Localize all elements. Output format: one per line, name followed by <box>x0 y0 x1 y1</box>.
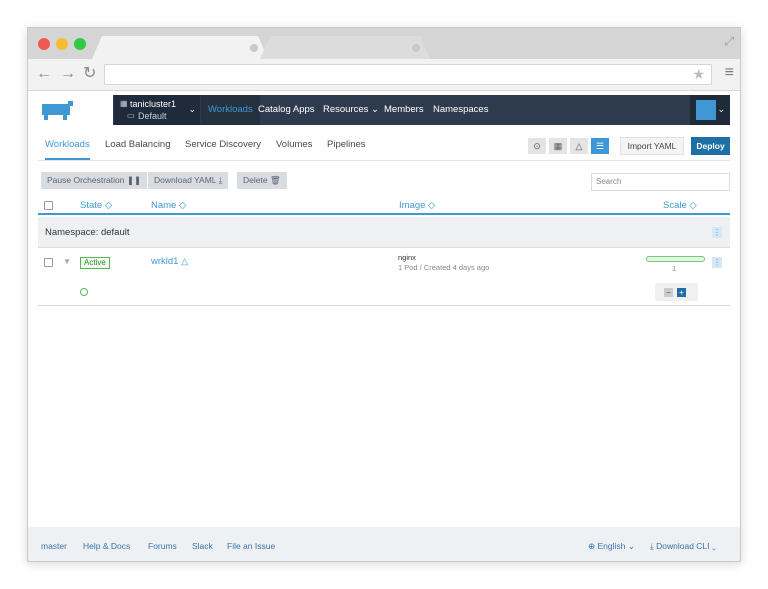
column-state[interactable]: State ◇ <box>80 200 112 211</box>
bookmark-star-icon[interactable]: ★ <box>692 66 705 83</box>
nav-workloads[interactable]: Workloads <box>201 95 260 125</box>
expand-caret-icon[interactable]: ▼ <box>63 257 71 266</box>
nav-members[interactable]: Members <box>384 95 424 125</box>
column-scale[interactable]: Scale ◇ <box>663 200 697 211</box>
tab-close-icon[interactable] <box>412 44 420 52</box>
browser-titlebar: ⤢ <box>28 28 740 59</box>
workload-name-link[interactable]: wrkld1 △ <box>151 256 188 267</box>
rancher-app: ▦ tanicluster1 ▭ Default ⌄ Workloads Cat… <box>28 91 740 561</box>
scale-stepper: − + <box>655 283 698 301</box>
pause-orchestration-button[interactable]: Pause Orchestration ❚❚ <box>41 172 148 189</box>
project-name: Default <box>138 111 167 121</box>
import-yaml-button[interactable]: Import YAML <box>620 137 684 155</box>
reload-icon[interactable]: ↻ <box>83 65 96 83</box>
namespace-menu-icon[interactable]: ⋮ <box>712 227 722 238</box>
row-checkbox[interactable] <box>44 258 53 267</box>
scale-down-button[interactable]: − <box>664 288 673 297</box>
chevron-down-icon: ⌄ <box>188 104 196 114</box>
nav-resources[interactable]: Resources ⌄ <box>323 95 379 125</box>
fullscreen-icon[interactable]: ⤢ <box>724 34 734 49</box>
column-image[interactable]: Image ◇ <box>399 200 435 211</box>
namespace-label: Namespace: default <box>45 227 130 238</box>
close-window-button[interactable] <box>38 38 50 50</box>
rancher-logo[interactable] <box>38 95 113 125</box>
image-detail: 1 Pod / Created 4 days ago <box>398 263 490 272</box>
image-name: nginx <box>398 253 416 262</box>
deploy-button[interactable]: Deploy <box>691 137 730 155</box>
forward-icon[interactable]: → <box>60 65 76 83</box>
footer: master Help & Docs Forums Slack File an … <box>28 527 740 561</box>
back-icon[interactable]: ← <box>36 65 52 83</box>
scale-value: 1 <box>672 264 677 273</box>
address-bar[interactable]: ★ <box>104 64 712 85</box>
search-input[interactable]: Search <box>591 173 730 191</box>
grid-view-icon[interactable]: ▦ <box>549 138 567 154</box>
tab-close-icon[interactable] <box>250 44 258 52</box>
delete-button[interactable]: Delete 🗑 <box>237 172 287 189</box>
nav-namespaces[interactable]: Namespaces <box>433 95 488 125</box>
cluster-project-switcher[interactable]: ▦ tanicluster1 ▭ Default ⌄ <box>114 95 200 125</box>
browser-toolbar: ← → ↻ ★ ≡ <box>28 59 740 91</box>
rancher-cow-icon <box>42 101 73 120</box>
minimize-window-button[interactable] <box>56 38 68 50</box>
status-badge: Active <box>80 257 110 269</box>
browser-window: ⤢ ← → ↻ ★ ≡ ▦ tanicluster1 ▭ Default ⌄ W… <box>27 27 741 562</box>
workload-name: wrkld1 <box>151 256 179 267</box>
node-view-icon[interactable]: ⊙ <box>528 138 546 154</box>
workload-view-icon[interactable]: △ <box>570 138 588 154</box>
tab-volumes[interactable]: Volumes <box>276 139 312 150</box>
row-menu-icon[interactable]: ⋮ <box>712 257 722 268</box>
top-navigation: ▦ tanicluster1 ▭ Default ⌄ Workloads Cat… <box>38 95 730 125</box>
footer-help-link[interactable]: Help & Docs <box>83 541 130 551</box>
namespace-group-row: Namespace: default ⋮ <box>38 217 730 248</box>
footer-file-issue-link[interactable]: File an Issue <box>227 541 275 551</box>
table-row: ▼ Active wrkld1 △ nginx 1 Pod / Created … <box>38 248 730 306</box>
language-selector[interactable]: ⊕ English ⌄ <box>588 541 635 552</box>
list-view-icon[interactable]: ☰ <box>591 138 609 154</box>
footer-version-link[interactable]: master <box>41 541 67 551</box>
avatar <box>696 100 716 120</box>
tab-service-discovery[interactable]: Service Discovery <box>185 139 261 150</box>
table-header: State ◇ Name ◇ Image ◇ Scale ◇ <box>38 197 730 215</box>
cluster-icon: ▦ <box>120 99 128 108</box>
browser-menu-icon[interactable]: ≡ <box>725 64 734 82</box>
scale-up-button[interactable]: + <box>677 288 686 297</box>
tab-workloads[interactable]: Workloads <box>45 139 90 160</box>
select-all-checkbox[interactable] <box>44 201 53 210</box>
cluster-name: tanicluster1 <box>130 99 177 109</box>
footer-slack-link[interactable]: Slack <box>192 541 213 551</box>
chevron-down-icon: ⌄ <box>717 104 725 114</box>
project-icon: ▭ <box>127 111 135 120</box>
scale-progress-bar <box>646 256 705 262</box>
user-menu[interactable]: ⌄ <box>690 95 730 125</box>
tab-pipelines[interactable]: Pipelines <box>327 139 366 150</box>
workload-subtabs: Workloads Load Balancing Service Discove… <box>38 131 730 161</box>
browser-tab[interactable] <box>260 36 430 59</box>
browser-tab-active[interactable] <box>92 36 268 59</box>
nav-catalog-apps[interactable]: Catalog Apps <box>258 95 315 125</box>
tab-load-balancing[interactable]: Load Balancing <box>105 139 171 150</box>
download-yaml-button[interactable]: Download YAML ⤓ <box>148 172 229 189</box>
download-cli-link[interactable]: ⤓ Download CLI ⌄ <box>650 541 716 552</box>
workload-type-icon: △ <box>181 256 189 266</box>
pod-status-circle-icon[interactable] <box>80 288 88 296</box>
footer-forums-link[interactable]: Forums <box>148 541 177 551</box>
column-name[interactable]: Name ◇ <box>151 200 186 211</box>
maximize-window-button[interactable] <box>74 38 86 50</box>
